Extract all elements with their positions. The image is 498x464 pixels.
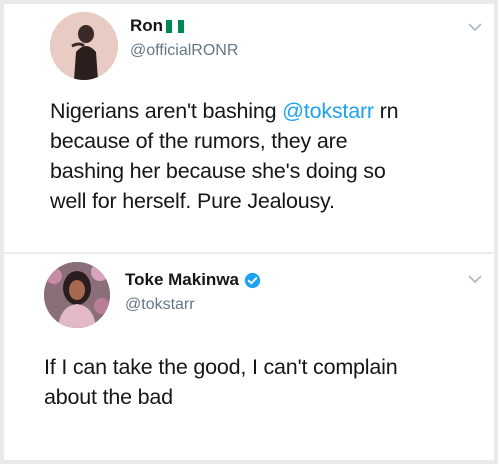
- display-name[interactable]: Toke Makinwa: [125, 270, 239, 290]
- avatar-silhouette-icon: [50, 12, 118, 80]
- tweet-toke-makinwa[interactable]: Toke Makinwa @tokstarr If I can take the…: [4, 254, 494, 460]
- tweet-line-3: bashing her because she's doing so: [50, 159, 386, 183]
- tweet-line-2: about the bad: [44, 385, 173, 409]
- tweet-line-2: because of the rumors, they are: [50, 129, 348, 153]
- avatar-portrait-icon: [44, 262, 110, 328]
- author-name-row: Toke Makinwa: [125, 270, 261, 290]
- tweet-text: Nigerians aren't bashing @tokstarr rn be…: [50, 96, 480, 216]
- display-name[interactable]: Ron: [130, 16, 163, 36]
- tweet-text: If I can take the good, I can't complain…: [44, 352, 484, 412]
- handle[interactable]: @tokstarr: [125, 296, 195, 314]
- chevron-down-icon[interactable]: [466, 270, 484, 288]
- tweet-line-4: well for herself. Pure Jealousy.: [50, 189, 335, 213]
- avatar[interactable]: [50, 12, 118, 80]
- tweet-line-1: Nigerians aren't bashing @tokstarr rn: [50, 99, 399, 123]
- handle[interactable]: @officialRONR: [130, 42, 238, 60]
- avatar[interactable]: [44, 262, 110, 328]
- screenshot-frame: Ron @officialRONR Nigerians aren't bashi…: [4, 4, 494, 460]
- verified-badge-icon: [244, 272, 261, 288]
- author-name-row: Ron: [130, 16, 185, 36]
- tweet-line-1: If I can take the good, I can't complain: [44, 355, 398, 379]
- nigeria-flag-icon: [166, 19, 185, 33]
- tweet-ron[interactable]: Ron @officialRONR Nigerians aren't bashi…: [4, 4, 494, 252]
- chevron-down-icon[interactable]: [466, 18, 484, 36]
- mention-link[interactable]: @tokstarr: [282, 99, 374, 123]
